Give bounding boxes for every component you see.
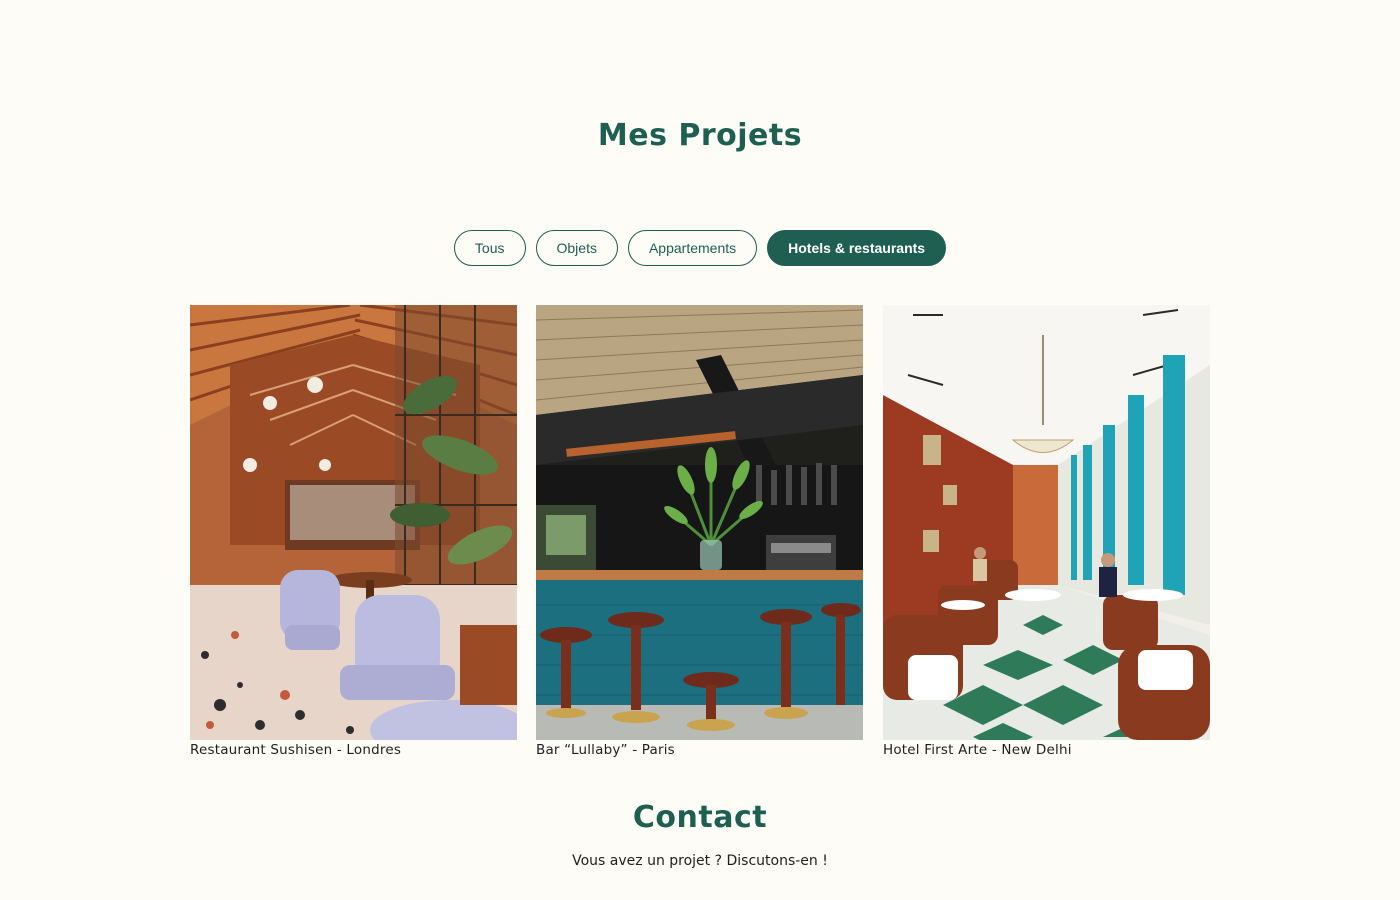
filter-objects-button[interactable]: Objets — [535, 230, 618, 266]
restaurant-interior-photo[interactable] — [190, 305, 517, 740]
bar-interior-illustration — [536, 305, 863, 740]
project-caption: Bar “Lullaby” - Paris — [536, 742, 675, 758]
bar-interior-photo[interactable] — [536, 305, 863, 740]
project-caption: Hotel First Arte - New Delhi — [883, 742, 1072, 758]
page: Mes Projets Tous Objets Appartements Hot… — [0, 0, 1400, 900]
filter-bar: Tous Objets Appartements Hotels & restau… — [0, 230, 1400, 266]
projects-title: Mes Projets — [597, 118, 803, 153]
project-card-restaurant[interactable]: Restaurant Sushisen - Londres — [190, 305, 517, 758]
project-card-bar[interactable]: Bar “Lullaby” - Paris — [536, 305, 863, 758]
filter-all-button[interactable]: Tous — [453, 230, 526, 266]
restaurant-interior-illustration — [190, 305, 517, 740]
project-card-hotel[interactable]: Hotel First Arte - New Delhi — [883, 305, 1210, 758]
hotel-dining-hall-illustration — [883, 305, 1210, 740]
project-grid: Restaurant Sushisen - Londres Bar “Lulla… — [190, 305, 1210, 760]
filter-apartments-button[interactable]: Appartements — [627, 230, 758, 266]
project-caption: Restaurant Sushisen - Londres — [190, 742, 402, 758]
hotel-dining-hall-photo[interactable] — [883, 305, 1210, 740]
contact-text: Vous avez un projet ? Discutons-en ! — [572, 853, 828, 869]
filter-hotels-restaurants-button[interactable]: Hotels & restaurants — [767, 230, 947, 266]
contact-title: Contact — [632, 800, 768, 835]
